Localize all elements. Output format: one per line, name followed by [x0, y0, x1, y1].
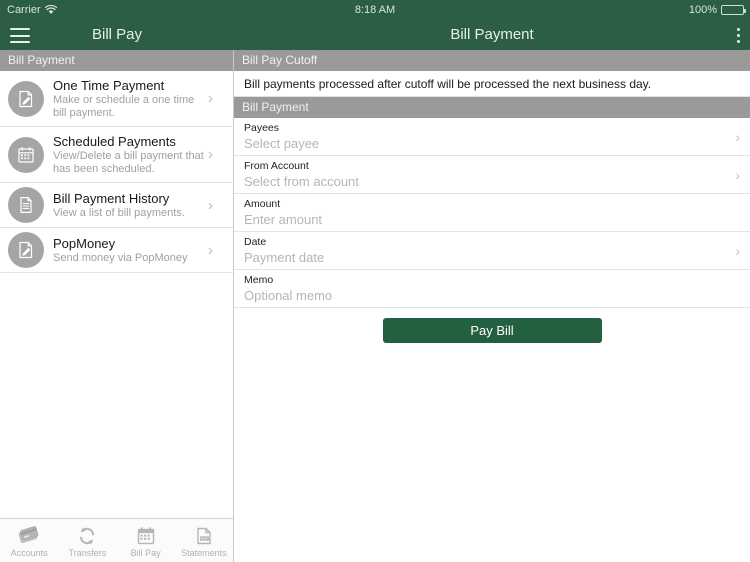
field-label: Payees	[244, 122, 280, 134]
pay-bill-button[interactable]: Pay Bill	[382, 318, 602, 343]
pdf-document-icon: PDF	[197, 527, 211, 545]
battery-percent-label: 100%	[688, 4, 717, 16]
chevron-right-icon: ›	[208, 241, 213, 259]
memo-input[interactable]: Optional memo	[244, 287, 724, 304]
date-value: Payment date	[244, 250, 325, 265]
amount-input[interactable]: Enter amount	[244, 211, 724, 228]
field-row-from-account[interactable]: From Account Select from account ›	[234, 156, 750, 194]
overflow-menu-icon[interactable]	[736, 28, 740, 43]
field-label: Date	[244, 236, 267, 248]
right-nav-bar: Bill Payment	[234, 20, 750, 50]
sidebar-item-text: One Time Payment Make or schedule a one …	[53, 78, 204, 120]
status-bar-time: 8:18 AM	[354, 4, 396, 16]
tab-statements[interactable]: PDF Statements	[175, 519, 233, 562]
field-label: From Account	[244, 160, 309, 172]
sidebar-item-title: PopMoney	[53, 235, 116, 251]
sidebar: Bill Payment One Time Payment Make or sc…	[0, 50, 234, 562]
field-row-payees[interactable]: Payees Select payee ›	[234, 118, 750, 156]
chevron-right-icon: ›	[735, 166, 740, 183]
tab-label: Statements	[181, 548, 227, 558]
calendar-icon	[8, 136, 44, 173]
sidebar-item-subtitle: View a list of bill payments.	[53, 206, 185, 219]
chevron-right-icon: ›	[208, 196, 213, 214]
tab-label: Accounts	[10, 548, 48, 558]
tab-label: Transfers	[68, 548, 107, 558]
app-root: Carrier 8:18 AM 100% Bill Pay Bill Payme…	[0, 0, 750, 562]
sidebar-item-title: Bill Payment History	[53, 190, 170, 206]
sidebar-item-subtitle: Make or schedule a one time bill payment…	[53, 93, 195, 119]
field-row-memo[interactable]: Memo Optional memo	[234, 270, 750, 308]
sidebar-item-scheduled-payments[interactable]: Scheduled Payments View/Delete a bill pa…	[0, 127, 233, 183]
sidebar-item-bill-payment-history[interactable]: Bill Payment History View a list of bill…	[0, 183, 233, 228]
left-nav-title: Bill Pay	[91, 26, 143, 43]
field-label: Amount	[244, 198, 281, 210]
tab-transfers[interactable]: Transfers	[58, 519, 116, 562]
chevron-right-icon: ›	[208, 90, 213, 107]
field-row-amount[interactable]: Amount Enter amount	[234, 194, 750, 232]
cutoff-section-header: Bill Pay Cutoff	[234, 50, 750, 71]
sidebar-item-one-time-payment[interactable]: One Time Payment Make or schedule a one …	[0, 71, 233, 127]
sidebar-item-subtitle: View/Delete a bill payment that has been…	[53, 149, 204, 175]
document-pencil-icon	[8, 80, 44, 117]
svg-text:PDF: PDF	[201, 537, 209, 541]
field-label: Memo	[244, 274, 274, 286]
form-section-header: Bill Payment	[234, 97, 750, 118]
chevron-right-icon: ›	[735, 242, 740, 259]
chevron-right-icon: ›	[735, 128, 740, 145]
cutoff-note: Bill payments processed after cutoff wil…	[234, 71, 750, 97]
battery-icon	[721, 5, 746, 15]
sidebar-item-popmoney[interactable]: PopMoney Send money via PopMoney ›	[0, 228, 233, 273]
document-pencil-icon	[8, 232, 44, 268]
sidebar-item-title: One Time Payment	[53, 77, 165, 93]
sidebar-item-text: Scheduled Payments View/Delete a bill pa…	[53, 134, 204, 176]
sidebar-item-text: Bill Payment History View a list of bill…	[53, 191, 204, 220]
sidebar-item-subtitle: Send money via PopMoney	[53, 251, 188, 264]
status-bar-right: 100%	[688, 0, 746, 20]
from-account-value: Select from account	[244, 174, 359, 189]
document-lines-icon	[8, 187, 44, 223]
payee-value: Select payee	[244, 136, 320, 151]
tab-label: Bill Pay	[130, 548, 161, 558]
field-row-date[interactable]: Date Payment date ›	[234, 232, 750, 270]
calendar-icon	[137, 527, 154, 545]
tab-bill-pay[interactable]: Bill Pay	[117, 519, 175, 562]
chevron-right-icon: ›	[208, 146, 213, 163]
left-nav-bar: Bill Pay	[0, 20, 234, 50]
sidebar-item-title: Scheduled Payments	[53, 133, 176, 149]
tab-accounts[interactable]: Accounts	[0, 519, 58, 562]
sidebar-section-header: Bill Payment	[0, 50, 233, 71]
pay-bill-button-container: Pay Bill	[234, 308, 750, 343]
right-nav-title: Bill Payment	[450, 26, 534, 43]
credit-cards-icon	[18, 526, 39, 543]
refresh-arrows-icon	[80, 527, 95, 545]
detail-pane: Bill Pay Cutoff Bill payments processed …	[234, 50, 750, 562]
sidebar-item-text: PopMoney Send money via PopMoney	[53, 236, 204, 265]
status-bar: Carrier 8:18 AM 100%	[0, 0, 750, 20]
tab-bar: Accounts Transfers Bill Pay PDF Statemen…	[0, 518, 233, 562]
